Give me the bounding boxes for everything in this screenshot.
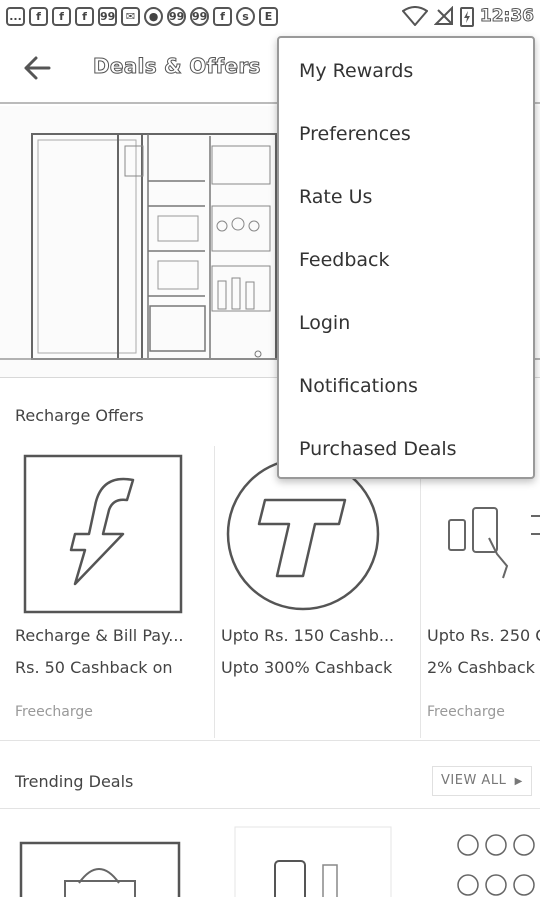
offer-merchant: Freecharge	[15, 704, 93, 720]
offer-subtitle: Rs. 50 Cashback on	[15, 658, 173, 677]
view-all-button[interactable]: VIEW ALL ▶	[432, 766, 532, 796]
status-bar: ... f f f 99 ✉ ● 99 99 f s E 12:36	[0, 0, 540, 32]
view-all-label: VIEW ALL	[441, 773, 507, 788]
facebook-notification-icon: f	[29, 6, 48, 26]
more-notification-icon: ...	[6, 6, 25, 26]
offer-card[interactable]: Upto Rs. 150 Cashb... Upto 300% Cashback	[221, 446, 421, 738]
offer-card[interactable]: Upto Rs. 250 C 2% Cashback Freecharge	[427, 446, 540, 738]
menu-item-my-rewards[interactable]: My Rewards	[279, 40, 533, 103]
offer-title: Upto Rs. 250 C	[427, 626, 540, 645]
facebook-notification-icon: f	[213, 6, 232, 26]
app-notification-icon: E	[259, 6, 278, 26]
facebook-notification-icon: f	[75, 6, 94, 26]
offer-subtitle: 2% Cashback	[427, 658, 535, 677]
trending-deals-heading: Trending Deals	[15, 772, 134, 791]
menu-item-login[interactable]: Login	[279, 292, 533, 355]
offer-title: Recharge & Bill Pay...	[15, 626, 184, 645]
facebook-notification-icon: f	[52, 6, 71, 26]
battery-charging-icon	[459, 7, 474, 27]
overflow-menu: My Rewards Preferences Rate Us Feedback …	[277, 36, 535, 479]
no-signal-icon	[433, 6, 453, 25]
trending-deal-thumb-bulbs[interactable]	[440, 825, 540, 897]
section-divider	[0, 808, 540, 809]
offer-card[interactable]: Recharge & Bill Pay... Rs. 50 Cashback o…	[15, 446, 215, 738]
system-icons: 12:36	[401, 5, 535, 27]
offer-title: Upto Rs. 150 Cashb...	[221, 626, 395, 645]
chevron-right-icon: ▶	[510, 776, 523, 787]
recharge-offers-heading: Recharge Offers	[15, 406, 144, 425]
mail-notification-icon: ✉	[121, 6, 140, 26]
menu-item-notifications[interactable]: Notifications	[279, 355, 533, 418]
menu-item-purchased-deals[interactable]: Purchased Deals	[279, 418, 533, 481]
menu-item-rate-us[interactable]: Rate Us	[279, 166, 533, 229]
clock: 12:36	[479, 6, 534, 27]
app-notification-icon: 99	[98, 6, 117, 26]
sync-notification-icon: s	[236, 6, 255, 26]
menu-item-feedback[interactable]: Feedback	[279, 229, 533, 292]
freecharge-logo-icon	[23, 454, 183, 614]
drop-notification-icon: ●	[144, 6, 163, 26]
wifi-icon	[401, 6, 428, 26]
back-arrow-icon[interactable]	[22, 54, 52, 82]
menu-item-preferences[interactable]: Preferences	[279, 103, 533, 166]
page-title: Deals & Offers	[93, 54, 261, 79]
trending-deal-thumb-bag[interactable]	[15, 835, 185, 897]
section-divider	[0, 740, 540, 741]
offer-subtitle: Upto 300% Cashback	[221, 658, 393, 677]
app-notification-icon: 99	[190, 6, 209, 26]
notification-icons: ... f f f 99 ✉ ● 99 99 f s E	[6, 6, 278, 26]
offer-merchant: Freecharge	[427, 704, 505, 720]
trending-deal-thumb-phone[interactable]	[233, 825, 393, 897]
app-notification-icon: 99	[167, 6, 186, 26]
